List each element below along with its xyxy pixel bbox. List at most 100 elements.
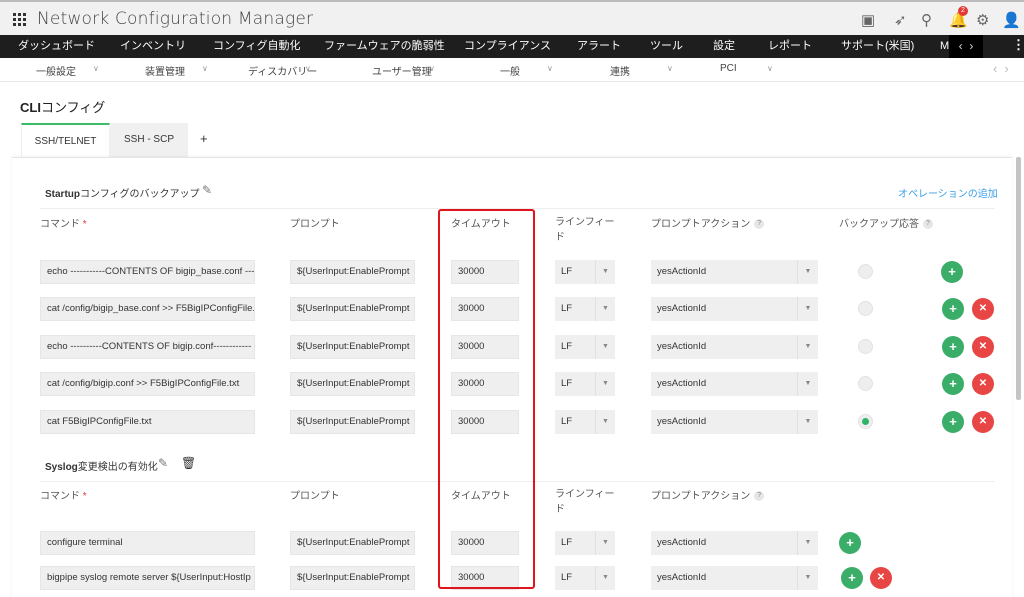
- user-icon[interactable]: 👤: [1002, 11, 1021, 29]
- sub-nav-item[interactable]: PCI: [720, 63, 737, 74]
- backup-response-radio[interactable]: [858, 376, 873, 391]
- nav-item[interactable]: ツール: [650, 35, 683, 58]
- top-header: Network Configuration Manager ▣ ➶ ⚲ 🔔 2 …: [0, 0, 1024, 35]
- nav-item[interactable]: インベントリ: [120, 35, 186, 58]
- column-header-command: コマンド *: [40, 215, 87, 230]
- nav-item[interactable]: M: [940, 35, 949, 58]
- backup-response-radio[interactable]: [858, 414, 873, 429]
- prompt-action-value: yesActionId: [657, 341, 707, 352]
- add-row-button[interactable]: +: [942, 411, 964, 433]
- column-header-command: コマンド *: [40, 487, 87, 502]
- sub-nav-item[interactable]: 連携: [610, 63, 630, 78]
- prompt-action-select[interactable]: yesActionId ▼: [651, 335, 818, 359]
- gear-icon[interactable]: ⚙: [976, 11, 989, 29]
- more-menu-icon[interactable]: ⋮: [1012, 37, 1024, 53]
- sub-nav-item[interactable]: 一般: [500, 63, 520, 78]
- linefeed-select[interactable]: LF ▼: [555, 335, 615, 359]
- sub-nav-item[interactable]: 一般設定: [36, 63, 76, 78]
- tab-ssh-telnet[interactable]: SSH/TELNET: [21, 123, 110, 157]
- sub-nav-item[interactable]: 装置管理: [145, 63, 185, 78]
- dropdown-arrow-icon: ▼: [595, 531, 615, 555]
- linefeed-value: LF: [561, 416, 573, 427]
- sub-nav-item[interactable]: ユーザー管理: [372, 63, 432, 78]
- prompt-action-select[interactable]: yesActionId ▼: [651, 566, 818, 590]
- prompt-action-select[interactable]: yesActionId ▼: [651, 410, 818, 434]
- notification-badge: 2: [958, 6, 968, 16]
- presentation-icon[interactable]: ▣: [861, 11, 875, 29]
- prompt-action-select[interactable]: yesActionId ▼: [651, 297, 818, 321]
- prompt-input[interactable]: ${UserInput:EnablePrompt: [290, 566, 415, 590]
- backup-response-radio[interactable]: [858, 339, 873, 354]
- nav-item[interactable]: アラート: [577, 35, 621, 58]
- chevron-down-icon: ∨: [547, 64, 553, 73]
- delete-row-button[interactable]: ✕: [972, 411, 994, 433]
- app-grid-icon[interactable]: [13, 13, 26, 26]
- dropdown-arrow-icon: ▼: [595, 372, 615, 396]
- command-input[interactable]: cat /config/bigip.conf >> F5BigIPConfigF…: [40, 372, 255, 396]
- add-row-button[interactable]: +: [942, 298, 964, 320]
- prompt-action-label: プロンプトアクション: [651, 219, 751, 230]
- dropdown-arrow-icon: ▼: [797, 297, 818, 321]
- prompt-action-select[interactable]: yesActionId ▼: [651, 372, 818, 396]
- linefeed-value: LF: [561, 266, 573, 277]
- nav-item[interactable]: コンフィグ自動化: [213, 35, 300, 58]
- delete-row-button[interactable]: ✕: [972, 298, 994, 320]
- prompt-input[interactable]: ${UserInput:EnablePrompt: [290, 531, 415, 555]
- prompt-input[interactable]: ${UserInput:EnablePrompt: [290, 410, 415, 434]
- add-tab-button[interactable]: +: [200, 123, 208, 157]
- nav-item[interactable]: ファームウェアの脆弱性: [324, 35, 445, 58]
- nav-item[interactable]: コンプライアンス: [464, 35, 551, 58]
- backup-response-radio[interactable]: [858, 301, 873, 316]
- help-icon[interactable]: ?: [923, 219, 933, 230]
- add-row-button[interactable]: +: [942, 336, 964, 358]
- command-input[interactable]: bigpipe syslog remote server ${UserInput…: [40, 566, 255, 590]
- prompt-action-label: プロンプトアクション: [651, 491, 751, 502]
- edit-icon[interactable]: ✎: [158, 456, 168, 470]
- delete-row-button[interactable]: ✕: [972, 373, 994, 395]
- linefeed-select[interactable]: LF ▼: [555, 372, 615, 396]
- prompt-action-select[interactable]: yesActionId ▼: [651, 531, 818, 555]
- dropdown-arrow-icon: ▼: [797, 372, 818, 396]
- rocket-icon[interactable]: ➶: [894, 11, 907, 29]
- sub-nav-scroll-arrows[interactable]: ‹ ›: [993, 61, 1009, 76]
- linefeed-select[interactable]: LF ▼: [555, 297, 615, 321]
- scrollbar[interactable]: [1016, 157, 1021, 400]
- prompt-input[interactable]: ${UserInput:EnablePrompt: [290, 372, 415, 396]
- command-input[interactable]: echo -----------CONTENTS OF bigip_base.c…: [40, 260, 255, 284]
- command-input[interactable]: configure terminal: [40, 531, 255, 555]
- help-icon[interactable]: ?: [754, 219, 765, 230]
- nav-item[interactable]: 設定: [713, 35, 735, 58]
- command-input[interactable]: cat F5BigIPConfigFile.txt: [40, 410, 255, 434]
- nav-scroll-arrows[interactable]: ‹ ›: [949, 35, 983, 58]
- add-row-button[interactable]: +: [839, 532, 861, 554]
- chevron-down-icon: ∨: [667, 64, 673, 73]
- dropdown-arrow-icon: ▼: [595, 260, 615, 284]
- linefeed-select[interactable]: LF ▼: [555, 260, 615, 284]
- dropdown-arrow-icon: ▼: [595, 297, 615, 321]
- add-row-button[interactable]: +: [942, 373, 964, 395]
- delete-row-button[interactable]: ✕: [972, 336, 994, 358]
- prompt-input[interactable]: ${UserInput:EnablePrompt: [290, 297, 415, 321]
- dropdown-arrow-icon: ▼: [595, 410, 615, 434]
- linefeed-select[interactable]: LF ▼: [555, 531, 615, 555]
- trash-icon[interactable]: 🗑: [181, 456, 196, 470]
- add-row-button[interactable]: +: [941, 261, 963, 283]
- prompt-action-select[interactable]: yesActionId ▼: [651, 260, 818, 284]
- nav-item[interactable]: ダッシュボード: [18, 35, 95, 58]
- nav-item[interactable]: サポート(米国): [841, 35, 914, 58]
- search-icon[interactable]: ⚲: [921, 11, 932, 29]
- help-icon[interactable]: ?: [754, 491, 765, 502]
- linefeed-select[interactable]: LF ▼: [555, 410, 615, 434]
- linefeed-select[interactable]: LF ▼: [555, 566, 615, 590]
- backup-response-radio[interactable]: [858, 264, 873, 279]
- nav-item[interactable]: レポート: [768, 35, 812, 58]
- command-input[interactable]: cat /config/bigip_base.conf >> F5BigIPCo…: [40, 297, 255, 321]
- edit-icon[interactable]: ✎: [202, 183, 212, 197]
- tab-ssh-scp[interactable]: SSH - SCP: [110, 123, 188, 157]
- chevron-down-icon: ∨: [429, 64, 435, 73]
- chevron-down-icon: ∨: [305, 64, 311, 73]
- prompt-input[interactable]: ${UserInput:EnablePrompt: [290, 335, 415, 359]
- command-input[interactable]: echo ----------CONTENTS OF bigip.conf---…: [40, 335, 255, 359]
- add-operation-link[interactable]: オペレーションの追加: [898, 185, 998, 200]
- prompt-input[interactable]: ${UserInput:EnablePrompt: [290, 260, 415, 284]
